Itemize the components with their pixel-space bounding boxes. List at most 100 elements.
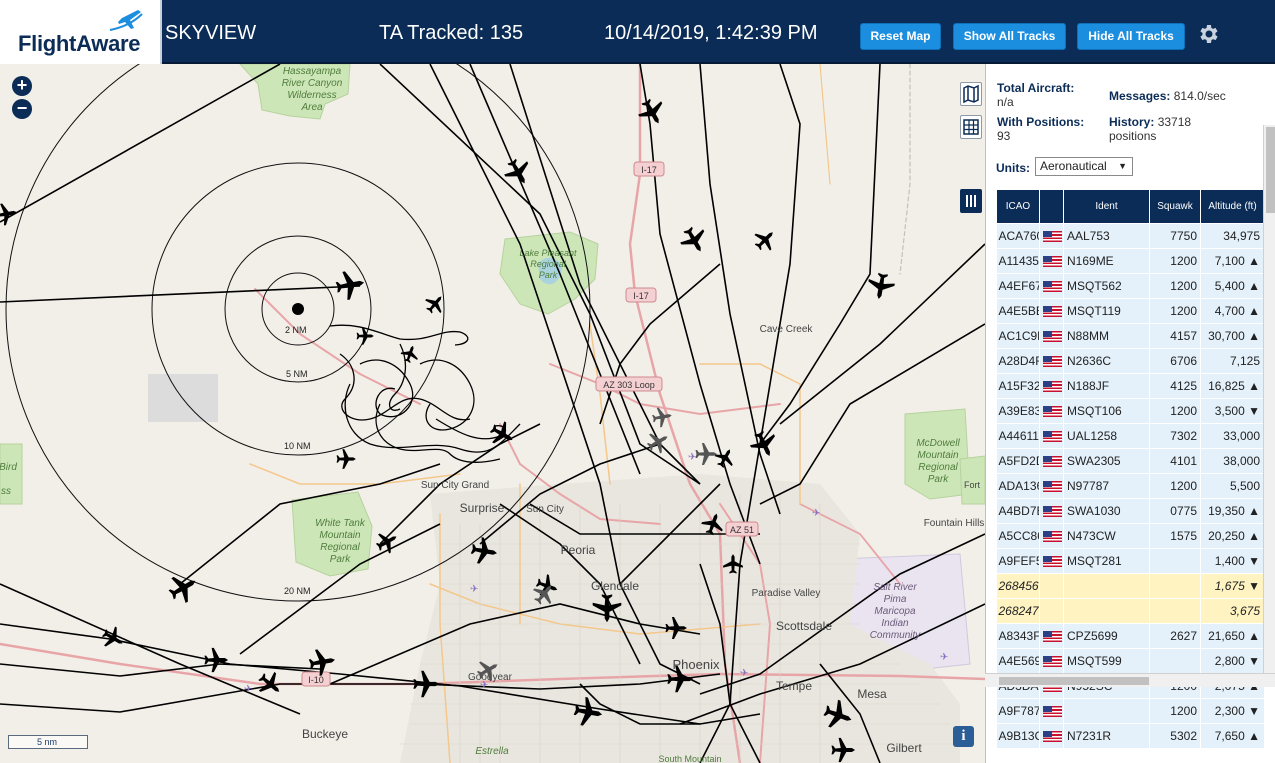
label-surprise: Surprise (460, 501, 505, 515)
range-label-2nm: 2 NM (285, 325, 307, 335)
table-row[interactable]: AC1C9B N88MM415730,700 ▲ (996, 323, 1265, 349)
altitude-cell: 34,975 (1200, 223, 1265, 249)
map-layers-button[interactable] (960, 82, 982, 106)
column-header-flag[interactable] (1039, 189, 1064, 224)
table-row[interactable]: A5FD2D SWA2305410138,000 (996, 448, 1265, 474)
flag-cell (1039, 298, 1064, 324)
us-flag-icon (1043, 531, 1062, 543)
squawk-cell: 6706 (1149, 348, 1201, 374)
table-row[interactable]: A5CC86 N473CW 1575 20,250 ▲ (996, 523, 1265, 549)
history-unit: positions (1109, 129, 1157, 143)
flightaware-logo[interactable]: FlightAware (0, 0, 162, 64)
map-view[interactable]: 2 NM 5 NM 10 NM 20 NM Hassayampa River C… (0, 64, 985, 763)
us-flag-icon (1043, 406, 1062, 418)
horizontal-scrollbar[interactable] (985, 673, 1275, 687)
table-row[interactable]: A39E83 MSQT106 1200 3,500 ▼ (996, 398, 1265, 424)
horizontal-scroll-thumb[interactable] (999, 677, 1149, 685)
table-row[interactable]: ADA136 N97787 1200 5,500 (996, 473, 1265, 499)
aircraft-icon[interactable] (0, 201, 19, 227)
table-toggle-button[interactable] (960, 115, 982, 139)
restricted-area (148, 374, 218, 422)
table-row[interactable]: A11435 N169ME 1200 7,100 ▲ (996, 248, 1265, 274)
table-row[interactable]: 268456 1,675 ▼ (996, 573, 1265, 599)
aircraft-icon[interactable] (421, 290, 449, 318)
altitude-cell: 7,100 ▲ (1200, 248, 1265, 274)
altitude-cell: 2,300 ▼ (1200, 698, 1265, 724)
column-header-icao[interactable]: ICAO (996, 189, 1040, 224)
aircraft-icon[interactable] (372, 526, 403, 557)
squawk-cell: 2627 (1149, 623, 1201, 649)
table-row[interactable]: A15F32 N188JF 4125 16,825 ▲ (996, 373, 1265, 399)
ident-cell: N473CW (1063, 523, 1150, 549)
flag-cell (1039, 448, 1064, 474)
svg-text:✈: ✈ (244, 684, 252, 695)
table-row[interactable]: A4E5BE MSQT119 1200 4,700 ▲ (996, 298, 1265, 324)
squawk-cell: 0775 (1149, 498, 1201, 524)
total-aircraft-value: n/a (997, 95, 1014, 109)
map-icon (963, 84, 979, 104)
units-select[interactable]: Aeronautical ▼ (1035, 157, 1133, 176)
table-row[interactable]: A4BD7E SWA1030077519,350 ▲ (996, 498, 1265, 524)
table-row[interactable]: A9F787 1200 2,300 ▼ (996, 698, 1265, 724)
show-all-tracks-button[interactable]: Show All Tracks (953, 23, 1066, 50)
aircraft-icon[interactable] (865, 271, 897, 302)
messages-label: Messages: (1109, 89, 1171, 103)
us-flag-icon (1043, 631, 1062, 643)
us-flag-icon (1043, 356, 1062, 368)
column-header-ident[interactable]: Ident (1063, 189, 1150, 224)
icao-cell: A5CC86 (996, 523, 1040, 549)
aircraft-icon[interactable] (336, 449, 356, 469)
reset-map-button[interactable]: Reset Map (860, 23, 941, 50)
label-buckeye: Buckeye (302, 727, 348, 741)
table-row[interactable]: A9FEF5 MSQT281 1,400 ▼ (996, 548, 1265, 574)
table-row[interactable]: A9B13C N7231R 5302 7,650 ▲ (996, 723, 1265, 749)
table-row[interactable]: 268247 3,675 (996, 598, 1265, 624)
zoom-out-button[interactable]: − (12, 99, 32, 119)
svg-text:✈: ✈ (812, 508, 820, 519)
aircraft-icon[interactable] (164, 568, 203, 608)
flag-cell (1039, 523, 1064, 549)
ident-cell: N97787 (1063, 473, 1150, 499)
column-header-squawk[interactable]: Squawk (1149, 189, 1201, 224)
altitude-cell: 2,800 ▼ (1200, 648, 1265, 674)
aircraft-icon[interactable] (746, 427, 782, 462)
us-flag-icon (1043, 431, 1062, 443)
label-south-mountain: South Mountain (658, 754, 721, 763)
ident-cell: MSQT281 (1063, 548, 1150, 574)
altitude-cell: 1,675 ▼ (1200, 573, 1265, 599)
range-label-5nm: 5 NM (286, 369, 308, 379)
aircraft-icon[interactable] (485, 417, 519, 451)
table-row[interactable]: A44611 UAL1258 7302 33,000 (996, 423, 1265, 449)
svg-text:✈: ✈ (480, 680, 488, 691)
squawk-cell (1149, 648, 1201, 674)
hide-all-tracks-button[interactable]: Hide All Tracks (1077, 23, 1185, 50)
column-select-button[interactable] (960, 189, 982, 213)
flag-cell (1039, 698, 1064, 724)
vertical-scrollbar[interactable] (1263, 125, 1275, 673)
messages-value: 814.0/sec (1173, 89, 1226, 103)
aircraft-icon[interactable] (676, 222, 713, 259)
table-row[interactable]: A4E569 MSQT599 2,800 ▼ (996, 648, 1265, 674)
aircraft-table-body: ACA760 AAL753 7750 34,975 A11435 N169ME 1200 7,… (996, 223, 1265, 749)
icao-cell: A4BD7E (996, 498, 1040, 524)
vertical-scroll-thumb[interactable] (1266, 127, 1275, 213)
aircraft-icon[interactable] (398, 342, 422, 365)
table-row[interactable]: A28D4F N2636C 6706 7,125 (996, 348, 1265, 374)
gear-icon[interactable] (1196, 22, 1220, 46)
map-canvas[interactable]: 2 NM 5 NM 10 NM 20 NM Hassayampa River C… (0, 64, 985, 763)
info-icon[interactable]: i (953, 726, 974, 747)
current-datetime: 10/14/2019, 1:42:39 PM (604, 22, 818, 44)
table-row[interactable]: ACA760 AAL753 7750 34,975 (996, 223, 1265, 249)
aircraft-icon[interactable] (695, 443, 718, 465)
table-row[interactable]: A4EF67 MSQT562 1200 5,400 ▲ (996, 273, 1265, 299)
label-tempe: Tempe (776, 679, 812, 693)
icao-cell: A9F787 (996, 698, 1040, 724)
flag-cell (1039, 498, 1064, 524)
table-row[interactable]: A8343F CPZ5699 2627 21,650 ▲ (996, 623, 1265, 649)
zoom-in-button[interactable]: + (12, 76, 32, 96)
column-header-altitude[interactable]: Altitude (ft) (1200, 189, 1265, 224)
aircraft-icon[interactable] (500, 154, 537, 191)
aircraft-icon[interactable] (749, 224, 781, 256)
aircraft-icon[interactable] (204, 647, 229, 673)
label-salt-river: Salt River Pima Maricopa Indian Community (870, 582, 922, 641)
